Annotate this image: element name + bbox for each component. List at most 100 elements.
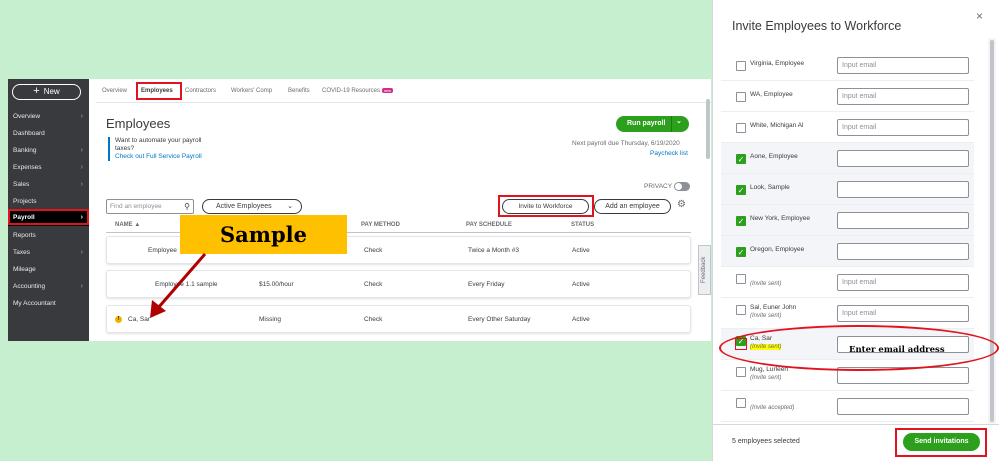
- employee-name: New York, Employee: [750, 215, 810, 222]
- email-field[interactable]: Input email: [837, 274, 969, 291]
- paycheck-list-link[interactable]: Paycheck list: [650, 150, 688, 157]
- modal-title: Invite Employees to Workforce: [732, 19, 902, 33]
- sidebar-item-overview[interactable]: Overview ›: [8, 109, 89, 125]
- invite-button-highlight: [498, 195, 594, 217]
- chevron-right-icon: ›: [80, 181, 83, 188]
- page-title: Employees: [106, 116, 171, 131]
- close-icon[interactable]: ×: [976, 9, 983, 23]
- sidebar-item-sales[interactable]: Sales ›: [8, 177, 89, 193]
- employee-checkbox[interactable]: [736, 92, 746, 102]
- email-field[interactable]: Input email: [837, 88, 969, 105]
- invite-status: (Invite accepted): [750, 405, 795, 411]
- sidebar-item-reports[interactable]: Reports: [8, 228, 89, 244]
- employee-checkbox[interactable]: [736, 305, 746, 315]
- app-scrollbar[interactable]: [706, 99, 710, 159]
- tab-covid-resources[interactable]: COVID-19 Resources new: [322, 88, 394, 94]
- feedback-tab[interactable]: Feedback: [698, 245, 711, 295]
- sidebar-item-accounting[interactable]: Accounting ›: [8, 279, 89, 295]
- employee-checkbox[interactable]: [736, 123, 746, 133]
- email-field[interactable]: Input email: [837, 57, 969, 74]
- employee-invite-row: (Invite sent) Input email: [721, 267, 974, 298]
- sample-callout: Sample: [180, 215, 347, 254]
- sidebar-item-projects[interactable]: Projects: [8, 194, 89, 210]
- employee-invite-row: ✓ Look, Sample: [721, 174, 974, 205]
- chevron-right-icon: ›: [80, 164, 83, 171]
- sidebar-item-label: Banking: [13, 147, 37, 154]
- table-row[interactable]: ! Ca, Sar Missing Check Every Other Satu…: [106, 305, 691, 333]
- email-field[interactable]: [837, 243, 969, 260]
- email-field[interactable]: [837, 398, 969, 415]
- modal-footer-divider: [713, 424, 999, 425]
- employee-name: Virginia, Employee: [750, 60, 805, 67]
- sidebar-item-label: Overview: [13, 113, 41, 120]
- gear-icon[interactable]: ⚙: [677, 199, 686, 210]
- col-header-status: STATUS: [571, 222, 595, 228]
- search-icon: ⚲: [184, 202, 190, 211]
- employee-invite-row: WA, Employee Input email: [721, 81, 974, 112]
- tab-benefits[interactable]: Benefits: [288, 88, 310, 94]
- sidebar-item-expenses[interactable]: Expenses ›: [8, 160, 89, 176]
- add-employee-button[interactable]: Add an employee: [594, 199, 671, 214]
- status: Active: [572, 281, 590, 288]
- employee-search-input[interactable]: Find an employee ⚲: [106, 199, 194, 214]
- sidebar-item-label: Dashboard: [13, 130, 45, 137]
- employee-checkbox[interactable]: ✓: [736, 247, 746, 257]
- employee-name[interactable]: Ca, Sar: [128, 316, 150, 323]
- employee-checkbox[interactable]: ✓: [736, 216, 746, 226]
- employee-checkbox[interactable]: [736, 274, 746, 284]
- email-field[interactable]: [837, 181, 969, 198]
- email-field[interactable]: Input email: [837, 119, 969, 136]
- search-placeholder: Find an employee: [110, 203, 162, 210]
- full-service-payroll-link[interactable]: Check out Full Service Payroll: [115, 153, 228, 161]
- next-payroll-text: Next payroll due Thursday, 6/19/2020: [572, 140, 680, 147]
- sidebar-item-dashboard[interactable]: Dashboard: [8, 126, 89, 142]
- employee-invite-row: ✓ New York, Employee: [721, 205, 974, 236]
- table-row[interactable]: Employee 1.1 sample $15.00/hour Check Ev…: [106, 270, 691, 298]
- payroll-app-window: + New Overview › Dashboard Banking › Expenses ›…: [8, 79, 711, 341]
- plus-icon: +: [33, 85, 40, 97]
- sidebar-item-label: Mileage: [13, 266, 36, 273]
- run-payroll-label: Run payroll: [627, 120, 666, 127]
- chevron-right-icon: ›: [80, 249, 83, 256]
- pay-method: Check: [364, 316, 383, 323]
- toggle-knob: [675, 183, 682, 190]
- chevron-down-icon[interactable]: ⌄: [676, 117, 682, 125]
- warning-icon: !: [115, 316, 122, 323]
- sidebar-item-mileage[interactable]: Mileage: [8, 262, 89, 278]
- privacy-toggle[interactable]: [674, 182, 690, 191]
- employee-filter-dropdown[interactable]: Active Employees ⌄: [202, 199, 302, 214]
- run-payroll-button[interactable]: Run payroll ⌄: [616, 116, 689, 132]
- employee-invite-row: ✓ Aone, Employee: [721, 143, 974, 174]
- payroll-highlight-outline: [8, 209, 89, 225]
- sidebar-item-my-accountant[interactable]: My Accountant: [8, 296, 89, 312]
- sidebar-item-label: Reports: [13, 232, 36, 239]
- sidebar-item-taxes[interactable]: Taxes ›: [8, 245, 89, 261]
- employee-checkbox[interactable]: [736, 367, 746, 377]
- col-header-pay-schedule: PAY SCHEDULE: [466, 222, 512, 228]
- email-field[interactable]: [837, 150, 969, 167]
- employee-invite-row: White, Michigan Al Input email: [721, 112, 974, 143]
- tab-contractors[interactable]: Contractors: [185, 88, 216, 94]
- tab-overview[interactable]: Overview: [102, 88, 127, 94]
- employee-checkbox[interactable]: ✓: [736, 154, 746, 164]
- employee-checkbox[interactable]: ✓: [736, 185, 746, 195]
- sidebar-item-banking[interactable]: Banking ›: [8, 143, 89, 159]
- employee-checkbox[interactable]: [736, 61, 746, 71]
- modal-scrollbar-thumb[interactable]: [990, 40, 994, 422]
- pay-rate: $15.00/hour: [259, 281, 294, 288]
- employee-name[interactable]: Employee: [148, 247, 177, 254]
- tab-workers-comp[interactable]: Workers' Comp: [231, 88, 272, 94]
- send-button-highlight: [895, 428, 987, 457]
- selected-count: 5 employees selected: [732, 438, 800, 445]
- filter-value: Active Employees: [216, 203, 272, 210]
- email-field[interactable]: Input email: [837, 305, 969, 322]
- invite-employees-modal: Invite Employees to Workforce × Virginia…: [712, 0, 999, 461]
- email-field[interactable]: [837, 212, 969, 229]
- privacy-label: PRIVACY: [644, 183, 673, 190]
- new-button-label: New: [43, 87, 60, 96]
- pay-schedule: Every Other Saturday: [468, 316, 531, 323]
- new-button[interactable]: + New: [12, 84, 81, 100]
- employee-checkbox[interactable]: [736, 398, 746, 408]
- col-header-name[interactable]: NAME ▲: [115, 222, 140, 228]
- employee-name[interactable]: Employee 1.1 sample: [155, 281, 218, 288]
